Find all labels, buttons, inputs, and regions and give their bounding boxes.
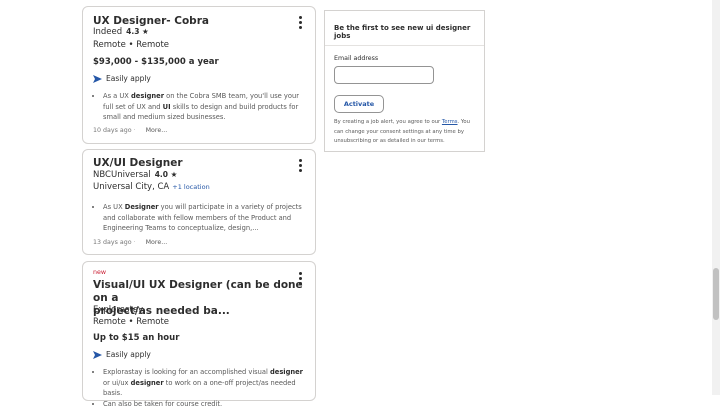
new-badge: new	[93, 269, 107, 276]
job-title-line-1: Visual/UI UX Designer (can be done on a	[93, 279, 303, 304]
scrollbar-track[interactable]	[712, 0, 720, 395]
job-card[interactable]: UX/UI Designer NBCUniversal 4.0 ★ Univers…	[82, 149, 316, 255]
job-meta: 10 days ago · More...	[93, 127, 168, 134]
activate-button[interactable]: Activate	[334, 95, 384, 113]
job-snippet: As a UX designer on the Cobra SMB team, …	[93, 91, 305, 123]
job-alert-panel: Be the first to see new ui designer jobs…	[324, 10, 485, 152]
email-field[interactable]	[334, 66, 434, 84]
easily-apply-label: Easily apply	[106, 350, 151, 359]
company-name: Indeed 4.3 ★	[93, 27, 149, 37]
email-label: Email address	[334, 55, 379, 62]
job-salary: Up to $15 an hour	[93, 333, 180, 343]
job-location: Universal City, CA +1 location	[93, 182, 210, 192]
more-options-icon[interactable]	[299, 159, 303, 173]
company-rating: 4.3 ★	[126, 27, 149, 36]
easily-apply: Easily apply	[93, 74, 151, 83]
more-link[interactable]: More...	[146, 127, 168, 134]
scrollbar-thumb[interactable]	[713, 268, 719, 320]
job-title[interactable]: UX/UI Designer	[93, 157, 183, 170]
extra-location-link[interactable]: +1 location	[172, 183, 209, 191]
send-arrow-icon	[93, 350, 102, 359]
easily-apply: Easily apply	[93, 350, 151, 359]
posted-date: 10 days ago	[93, 127, 132, 134]
company-label: Indeed	[93, 27, 123, 37]
location-label: Universal City, CA	[93, 182, 170, 192]
job-card[interactable]: new Visual/UI UX Designer (can be done o…	[82, 261, 316, 408]
legal-text: By creating a job alert, you agree to ou…	[334, 119, 471, 144]
easily-apply-label: Easily apply	[106, 74, 151, 83]
posted-date: 13 days ago	[93, 239, 132, 246]
send-arrow-icon	[93, 74, 102, 83]
more-link[interactable]: More...	[146, 239, 168, 246]
job-location: Remote • Remote	[93, 317, 170, 327]
company-name: NBCUniversal 4.0 ★	[93, 170, 177, 180]
job-snippet: Explorastay is looking for an accomplish…	[93, 367, 305, 409]
company-label: NBCUniversal	[93, 170, 151, 180]
company-rating: 4.0 ★	[154, 170, 178, 179]
job-salary: $93,000 - $135,000 a year	[93, 57, 219, 67]
job-meta: 13 days ago · More...	[93, 239, 168, 246]
company-name: Explorastay	[93, 305, 144, 315]
job-alert-heading: Be the first to see new ui designer jobs	[325, 11, 484, 46]
job-location: Remote • Remote	[93, 40, 170, 50]
terms-link[interactable]: Terms	[442, 119, 458, 125]
more-options-icon[interactable]	[299, 16, 303, 30]
job-card[interactable]: UX Designer- Cobra Indeed 4.3 ★ Remote • …	[82, 6, 316, 144]
job-snippet: As UX Designer you will participate in a…	[93, 202, 305, 234]
